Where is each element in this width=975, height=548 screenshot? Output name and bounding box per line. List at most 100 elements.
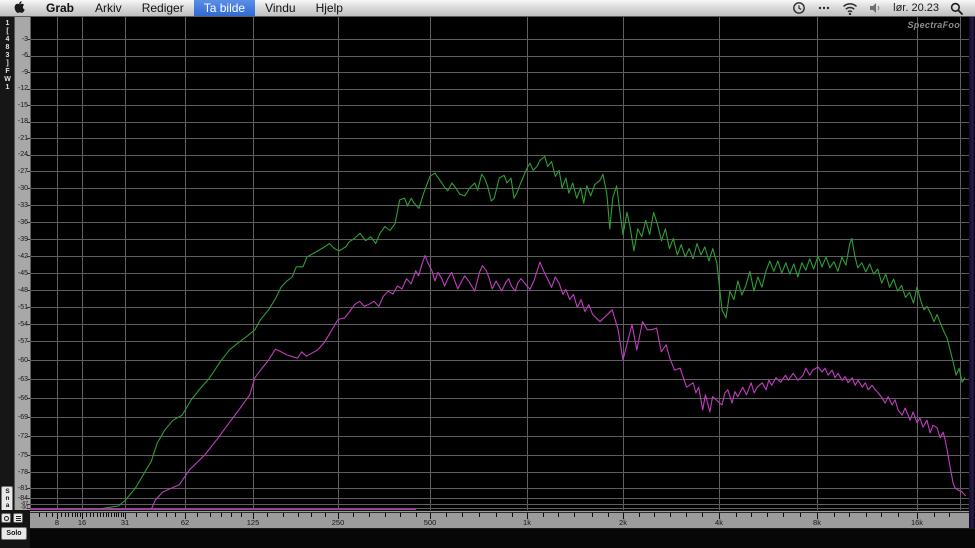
screen: Grab Arkiv Rediger Ta bilde Vindu Hjelp lør. … xyxy=(0,0,975,548)
freq-minor-tick xyxy=(783,513,785,517)
menu-item-rediger[interactable]: Rediger xyxy=(132,0,194,16)
freq-minor-tick xyxy=(38,513,40,517)
spectrum-green xyxy=(65,155,966,510)
window-edge xyxy=(969,17,975,528)
icon-row xyxy=(1,513,23,523)
freq-minor-tick xyxy=(445,513,447,517)
freq-minor-tick xyxy=(89,513,91,517)
freq-tick-label: 125 xyxy=(246,518,260,527)
menu-items: Grab Arkiv Rediger Ta bilde Vindu Hjelp xyxy=(35,0,353,16)
freq-minor-tick xyxy=(638,513,640,517)
freq-minor-tick xyxy=(353,513,355,517)
freq-minor-tick xyxy=(96,513,98,517)
freq-minor-tick xyxy=(68,513,70,517)
brand-label: SpectraFoo xyxy=(907,20,960,30)
freq-minor-tick xyxy=(102,513,104,517)
freq-minor-tick xyxy=(79,513,81,517)
freq-minor-tick xyxy=(231,513,233,517)
freq-minor-tick xyxy=(897,513,899,517)
freq-minor-tick xyxy=(99,513,101,517)
freq-minor-tick xyxy=(685,513,687,517)
freq-minor-tick xyxy=(495,513,497,517)
apple-menu[interactable] xyxy=(0,0,35,16)
freq-minor-tick xyxy=(833,513,835,517)
freq-minor-tick xyxy=(479,513,481,517)
spectrum-plot xyxy=(30,17,969,512)
freq-minor-tick xyxy=(111,513,112,517)
freq-minor-tick xyxy=(653,513,655,517)
menu-item-vindu[interactable]: Vindu xyxy=(255,0,305,16)
freq-minor-tick xyxy=(849,513,851,517)
freq-minor-tick xyxy=(881,513,883,517)
freq-tick-label: 8k xyxy=(813,518,821,527)
freq-minor-tick xyxy=(297,513,299,517)
freq-tick-label: 1k xyxy=(523,518,531,527)
freq-minor-tick xyxy=(135,513,137,517)
freq-tick-label: 62 xyxy=(180,518,190,527)
solo-button[interactable]: Solo xyxy=(1,527,27,540)
freq-minor-tick xyxy=(221,513,223,517)
wifi-icon[interactable] xyxy=(842,2,858,15)
volume-icon[interactable] xyxy=(869,2,882,14)
list-icon[interactable] xyxy=(13,513,23,523)
freq-minor-tick xyxy=(384,513,386,517)
freq-minor-tick xyxy=(750,513,752,517)
freq-tick-label: 500 xyxy=(423,518,437,527)
frequency-ruler[interactable]: 8 16 31 62 125 250 500 1k 2k 4k 8k 16k xyxy=(30,510,975,528)
freq-tick-label: 8 xyxy=(54,518,60,527)
freq-minor-tick xyxy=(61,513,63,517)
freq-tick-label: 2k xyxy=(619,518,627,527)
freq-minor-tick xyxy=(573,513,575,517)
freq-minor-tick xyxy=(766,513,768,517)
menu-item-hjelp[interactable]: Hjelp xyxy=(306,0,353,16)
freq-minor-tick xyxy=(45,513,47,517)
freq-minor-tick xyxy=(669,513,671,517)
time-machine-icon[interactable] xyxy=(792,1,806,15)
freq-minor-tick xyxy=(266,513,268,517)
freq-tick-label: 250 xyxy=(331,518,345,527)
freq-minor-tick xyxy=(512,513,514,517)
menu-item-grab[interactable]: Grab xyxy=(35,0,85,16)
menu-item-ta-bilde[interactable]: Ta bilde xyxy=(193,0,256,16)
spotlight-search-icon[interactable] xyxy=(950,2,963,15)
spectrograph-display[interactable]: SpectraFoo xyxy=(30,17,969,512)
freq-minor-tick xyxy=(702,513,704,517)
freq-minor-tick xyxy=(77,513,79,517)
freq-minor-tick xyxy=(592,513,594,517)
freq-minor-tick xyxy=(71,513,73,517)
freq-minor-tick xyxy=(325,513,327,517)
freq-minor-tick xyxy=(310,513,312,517)
ellipsis-icon[interactable] xyxy=(817,1,831,15)
menu-item-arkiv[interactable]: Arkiv xyxy=(85,0,132,16)
db-scale[interactable]: -3 -6 -9 -12 -15 -18 -21 -24 -27 -30 -33 -36 -39 -42-… xyxy=(14,17,30,511)
freq-minor-tick xyxy=(800,513,802,517)
freq-minor-tick xyxy=(93,513,95,517)
freq-minor-tick xyxy=(166,513,168,517)
freq-minor-tick xyxy=(122,513,124,517)
freq-minor-tick xyxy=(209,513,211,517)
freq-tick-label: 16k xyxy=(910,518,924,527)
spectrum-magenta xyxy=(30,254,967,510)
freq-minor-tick xyxy=(949,513,951,517)
freq-minor-tick xyxy=(368,513,370,517)
freq-minor-tick xyxy=(608,513,610,517)
freq-minor-tick xyxy=(74,513,76,517)
freq-minor-tick xyxy=(557,513,559,517)
freq-minor-tick xyxy=(65,513,67,517)
freq-minor-tick xyxy=(105,513,107,517)
bottom-left-controls: Solo xyxy=(0,510,30,548)
menu-bar: Grab Arkiv Rediger Ta bilde Vindu Hjelp lør. … xyxy=(0,0,975,17)
freq-minor-tick xyxy=(196,513,198,517)
power-icon[interactable] xyxy=(1,513,11,523)
channel-label: 1[483]FW1 xyxy=(4,20,11,92)
freq-minor-tick xyxy=(416,513,418,517)
menu-clock[interactable]: lør. 20.23 xyxy=(893,2,939,14)
freq-minor-tick xyxy=(118,513,120,517)
apple-icon xyxy=(13,0,26,17)
freq-tick-label: 31 xyxy=(120,518,130,527)
freq-minor-tick xyxy=(735,513,737,517)
freq-minor-tick xyxy=(108,513,110,517)
status-area: lør. 20.23 xyxy=(792,0,975,16)
freq-minor-tick xyxy=(462,513,464,517)
freq-minor-tick xyxy=(147,513,149,517)
